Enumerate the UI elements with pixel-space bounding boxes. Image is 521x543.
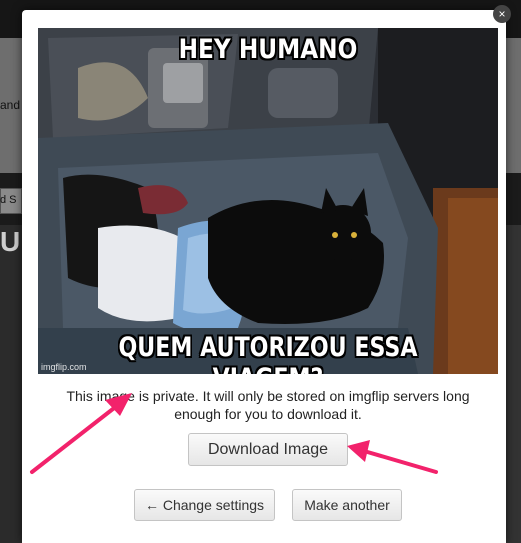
meme-top-text: HEY HUMANO	[178, 34, 358, 65]
meme-image: HEY HUMANO QUEM AUTORIZOU ESSA VIAGEM? i…	[38, 28, 498, 374]
background-text-fragment: and	[0, 98, 21, 112]
close-icon[interactable]: ×	[493, 5, 511, 23]
privacy-note: This image is private. It will only be s…	[66, 388, 470, 422]
download-image-button[interactable]: Download Image	[188, 433, 348, 466]
background-strip-left	[0, 225, 22, 543]
background-text-fragment: U	[0, 226, 21, 257]
meme-photo	[38, 28, 498, 374]
make-another-button[interactable]: Make another	[292, 489, 402, 521]
background-panel-right	[504, 38, 521, 173]
background-text-fragment: d S	[0, 194, 17, 206]
background-strip-right	[506, 225, 521, 543]
watermark: imgflip.com	[41, 362, 87, 372]
change-settings-button[interactable]: ← Change settings	[134, 489, 275, 521]
meme-bottom-text: QUEM AUTORIZOU ESSA VIAGEM?	[118, 332, 418, 374]
